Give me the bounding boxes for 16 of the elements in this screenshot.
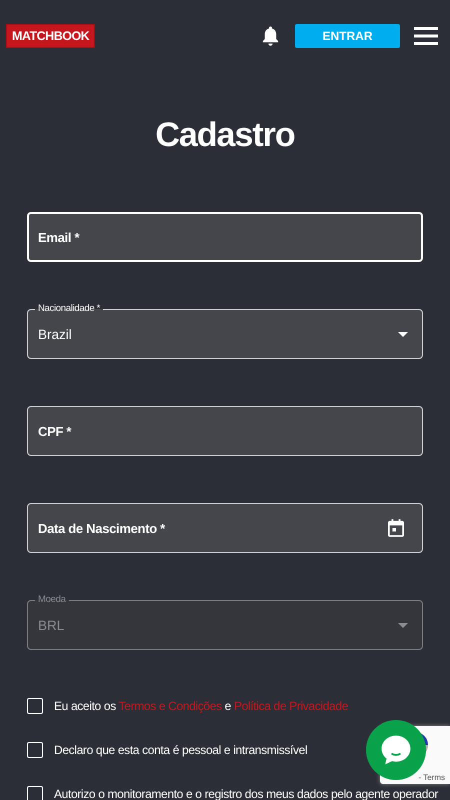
input-field[interactable]: Data de Nascimento * <box>27 503 423 553</box>
logo[interactable]: MATCHBOOK <box>6 24 96 48</box>
field-label: Moeda <box>37 594 67 606</box>
input-field[interactable]: CPF * <box>27 406 423 456</box>
field-value: Brazil <box>38 327 73 342</box>
page-title: Cadastro <box>154 115 296 156</box>
field-label: Email * <box>38 230 80 244</box>
input-field[interactable]: Nacionalidade * Brazil <box>27 303 423 359</box>
field-label: Nacionalidade * <box>37 303 102 315</box>
recaptcha-links[interactable]: - Terms <box>418 773 445 782</box>
field-label: Data de Nascimento * <box>38 520 166 536</box>
agreement-text: Eu aceito os Termos e Condições e Política de Privacidade <box>54 698 348 715</box>
field-label: CPF * <box>38 424 72 438</box>
agreement-text: Declaro que esta conta é pessoal e intransmissível <box>54 742 308 759</box>
field-value: BRL <box>38 618 66 633</box>
input-field[interactable]: Email * <box>27 212 423 262</box>
